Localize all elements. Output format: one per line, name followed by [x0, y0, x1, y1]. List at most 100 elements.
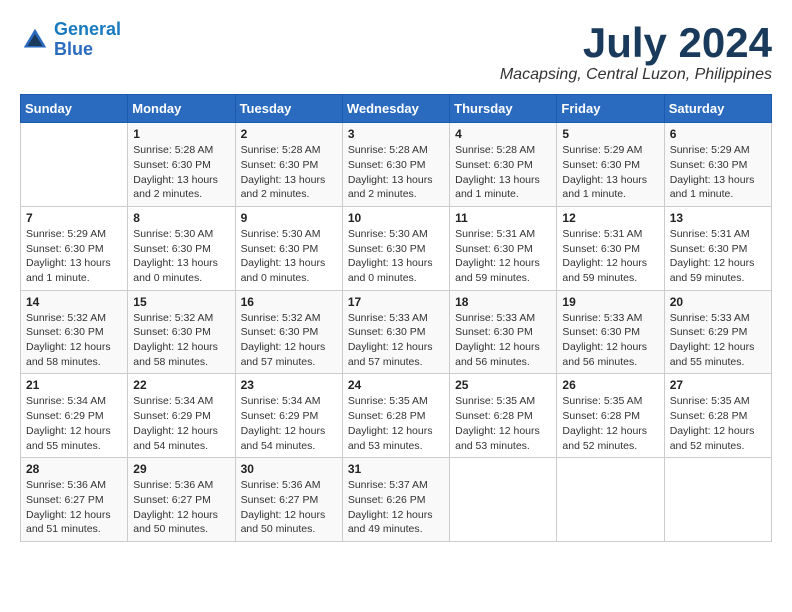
page-header: General Blue July 2024 Macapsing, Centra…: [20, 20, 772, 84]
weekday-header-wednesday: Wednesday: [342, 95, 449, 123]
title-block: July 2024 Macapsing, Central Luzon, Phil…: [500, 20, 772, 84]
calendar-cell: 11 Sunrise: 5:31 AMSunset: 6:30 PMDayligh…: [450, 206, 557, 290]
calendar-cell: 28Sunrise: 5:36 AMSunset: 6:27 PMDayligh…: [21, 458, 128, 542]
day-info: Sunrise: 5:28 AMSunset: 6:30 PMDaylight:…: [241, 143, 337, 202]
calendar-cell: 5Sunrise: 5:29 AMSunset: 6:30 PMDaylight…: [557, 123, 664, 207]
calendar-cell: 20 Sunrise: 5:33 AMSunset: 6:29 PMDayligh…: [664, 290, 771, 374]
day-number: 30: [241, 462, 337, 476]
week-row-4: 21 Sunrise: 5:34 AMSunset: 6:29 PMDayligh…: [21, 374, 772, 458]
day-info: Sunrise: 5:32 AMSunset: 6:30 PMDaylight:…: [26, 311, 122, 370]
day-info: Sunrise: 5:31 AMSunset: 6:30 PMDaylight:…: [670, 227, 766, 286]
weekday-header-sunday: Sunday: [21, 95, 128, 123]
calendar-cell: 29Sunrise: 5:36 AMSunset: 6:27 PMDayligh…: [128, 458, 235, 542]
day-info: Sunrise: 5:34 AMSunset: 6:29 PMDaylight:…: [133, 394, 229, 453]
calendar-body: 1Sunrise: 5:28 AMSunset: 6:30 PMDaylight…: [21, 123, 772, 542]
day-number: 22: [133, 378, 229, 392]
day-number: 4: [455, 127, 551, 141]
day-info: Sunrise: 5:30 AMSunset: 6:30 PMDaylight:…: [348, 227, 444, 286]
day-number: 19: [562, 295, 658, 309]
day-number: 24: [348, 378, 444, 392]
calendar-cell: 24 Sunrise: 5:35 AMSunset: 6:28 PMDayligh…: [342, 374, 449, 458]
day-info: Sunrise: 5:34 AMSunset: 6:29 PMDaylight:…: [241, 394, 337, 453]
day-info: Sunrise: 5:33 AMSunset: 6:30 PMDaylight:…: [562, 311, 658, 370]
day-info: Sunrise: 5:36 AMSunset: 6:27 PMDaylight:…: [241, 478, 337, 537]
calendar-cell: 7 Sunrise: 5:29 AMSunset: 6:30 PMDaylight…: [21, 206, 128, 290]
day-info: Sunrise: 5:33 AMSunset: 6:30 PMDaylight:…: [455, 311, 551, 370]
day-number: 25: [455, 378, 551, 392]
day-number: 10: [348, 211, 444, 225]
calendar-cell: 17 Sunrise: 5:33 AMSunset: 6:30 PMDayligh…: [342, 290, 449, 374]
weekday-header-friday: Friday: [557, 95, 664, 123]
calendar-cell: 21Sunrise: 5:34 AMSunset: 6:29 PMDayligh…: [21, 374, 128, 458]
calendar-cell: [557, 458, 664, 542]
calendar-cell: 15 Sunrise: 5:32 AMSunset: 6:30 PMDayligh…: [128, 290, 235, 374]
week-row-2: 7 Sunrise: 5:29 AMSunset: 6:30 PMDaylight…: [21, 206, 772, 290]
weekday-header-thursday: Thursday: [450, 95, 557, 123]
day-number: 20: [670, 295, 766, 309]
day-info: Sunrise: 5:32 AMSunset: 6:30 PMDaylight:…: [133, 311, 229, 370]
calendar-cell: [21, 123, 128, 207]
calendar-cell: 8 Sunrise: 5:30 AMSunset: 6:30 PMDaylight…: [128, 206, 235, 290]
day-info: Sunrise: 5:36 AMSunset: 6:27 PMDaylight:…: [26, 478, 122, 537]
day-number: 17: [348, 295, 444, 309]
calendar-cell: 3 Sunrise: 5:28 AMSunset: 6:30 PMDaylight…: [342, 123, 449, 207]
day-info: Sunrise: 5:28 AMSunset: 6:30 PMDaylight:…: [455, 143, 551, 202]
logo-text: General Blue: [54, 20, 121, 60]
logo: General Blue: [20, 20, 121, 60]
day-info: Sunrise: 5:33 AMSunset: 6:29 PMDaylight:…: [670, 311, 766, 370]
day-info: Sunrise: 5:28 AMSunset: 6:30 PMDaylight:…: [348, 143, 444, 202]
weekday-header-tuesday: Tuesday: [235, 95, 342, 123]
calendar-cell: 4 Sunrise: 5:28 AMSunset: 6:30 PMDaylight…: [450, 123, 557, 207]
day-info: Sunrise: 5:28 AMSunset: 6:30 PMDaylight:…: [133, 143, 229, 202]
day-number: 13: [670, 211, 766, 225]
day-info: Sunrise: 5:35 AMSunset: 6:28 PMDaylight:…: [670, 394, 766, 453]
day-number: 9: [241, 211, 337, 225]
day-number: 6: [670, 127, 766, 141]
week-row-5: 28Sunrise: 5:36 AMSunset: 6:27 PMDayligh…: [21, 458, 772, 542]
day-info: Sunrise: 5:35 AMSunset: 6:28 PMDaylight:…: [562, 394, 658, 453]
weekday-header-row: SundayMondayTuesdayWednesdayThursdayFrid…: [21, 95, 772, 123]
day-number: 29: [133, 462, 229, 476]
day-number: 26: [562, 378, 658, 392]
day-number: 8: [133, 211, 229, 225]
calendar-cell: 16Sunrise: 5:32 AMSunset: 6:30 PMDayligh…: [235, 290, 342, 374]
day-info: Sunrise: 5:37 AMSunset: 6:26 PMDaylight:…: [348, 478, 444, 537]
week-row-1: 1Sunrise: 5:28 AMSunset: 6:30 PMDaylight…: [21, 123, 772, 207]
day-number: 31: [348, 462, 444, 476]
logo-line2: Blue: [54, 39, 93, 59]
logo-line1: General: [54, 19, 121, 39]
day-info: Sunrise: 5:31 AMSunset: 6:30 PMDaylight:…: [562, 227, 658, 286]
day-info: Sunrise: 5:29 AMSunset: 6:30 PMDaylight:…: [26, 227, 122, 286]
calendar-cell: 10 Sunrise: 5:30 AMSunset: 6:30 PMDayligh…: [342, 206, 449, 290]
day-info: Sunrise: 5:33 AMSunset: 6:30 PMDaylight:…: [348, 311, 444, 370]
day-number: 11: [455, 211, 551, 225]
day-info: Sunrise: 5:35 AMSunset: 6:28 PMDaylight:…: [348, 394, 444, 453]
weekday-header-saturday: Saturday: [664, 95, 771, 123]
day-number: 2: [241, 127, 337, 141]
day-number: 15: [133, 295, 229, 309]
day-number: 21: [26, 378, 122, 392]
calendar-cell: 31 Sunrise: 5:37 AMSunset: 6:26 PMDayligh…: [342, 458, 449, 542]
day-number: 14: [26, 295, 122, 309]
day-number: 3: [348, 127, 444, 141]
calendar-cell: 30 Sunrise: 5:36 AMSunset: 6:27 PMDayligh…: [235, 458, 342, 542]
day-number: 7: [26, 211, 122, 225]
day-number: 5: [562, 127, 658, 141]
logo-icon: [20, 25, 50, 55]
day-number: 18: [455, 295, 551, 309]
calendar-cell: 26 Sunrise: 5:35 AMSunset: 6:28 PMDayligh…: [557, 374, 664, 458]
calendar-table: SundayMondayTuesdayWednesdayThursdayFrid…: [20, 94, 772, 542]
calendar-cell: 27 Sunrise: 5:35 AMSunset: 6:28 PMDayligh…: [664, 374, 771, 458]
calendar-cell: 18 Sunrise: 5:33 AMSunset: 6:30 PMDayligh…: [450, 290, 557, 374]
calendar-cell: 2 Sunrise: 5:28 AMSunset: 6:30 PMDaylight…: [235, 123, 342, 207]
calendar-cell: [450, 458, 557, 542]
calendar-cell: 23 Sunrise: 5:34 AMSunset: 6:29 PMDayligh…: [235, 374, 342, 458]
calendar-cell: 9Sunrise: 5:30 AMSunset: 6:30 PMDaylight…: [235, 206, 342, 290]
day-number: 27: [670, 378, 766, 392]
day-info: Sunrise: 5:30 AMSunset: 6:30 PMDaylight:…: [133, 227, 229, 286]
day-number: 12: [562, 211, 658, 225]
day-info: Sunrise: 5:31 AMSunset: 6:30 PMDaylight:…: [455, 227, 551, 286]
day-info: Sunrise: 5:35 AMSunset: 6:28 PMDaylight:…: [455, 394, 551, 453]
day-number: 23: [241, 378, 337, 392]
calendar-cell: 13 Sunrise: 5:31 AMSunset: 6:30 PMDayligh…: [664, 206, 771, 290]
